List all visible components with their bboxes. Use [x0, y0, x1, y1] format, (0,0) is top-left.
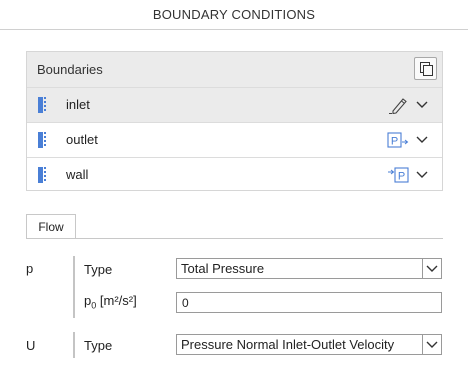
variable-p-label: p	[26, 261, 34, 276]
group-divider	[73, 332, 75, 358]
p-type-label: Type	[84, 262, 113, 277]
boundary-row-outlet[interactable]: outlet P	[27, 122, 442, 157]
chevron-down-icon[interactable]	[422, 259, 441, 278]
u-type-value: Pressure Normal Inlet-Outlet Velocity	[181, 337, 395, 352]
tab-divider	[26, 238, 443, 239]
panel-title: BOUNDARY CONDITIONS	[152, 7, 316, 22]
boundaries-title: Boundaries	[37, 62, 103, 77]
boundaries-header: Boundaries	[27, 52, 442, 87]
u-type-select[interactable]: Pressure Normal Inlet-Outlet Velocity	[176, 334, 442, 355]
tab-flow[interactable]: Flow	[26, 214, 76, 239]
header-divider	[0, 29, 468, 30]
boundary-label: wall	[66, 167, 89, 182]
boundary-patch-icon	[38, 97, 50, 113]
copy-button[interactable]	[414, 57, 437, 80]
chevron-down-icon[interactable]	[414, 166, 430, 182]
boundary-label: inlet	[66, 97, 90, 112]
chevron-down-icon[interactable]	[422, 335, 441, 354]
boundary-patch-icon	[38, 132, 50, 148]
boundary-row-inlet[interactable]: inlet	[27, 87, 442, 122]
boundary-label: outlet	[66, 132, 98, 147]
p0-value-input[interactable]	[176, 292, 442, 313]
svg-text:P: P	[398, 171, 405, 183]
edit-pencil-icon[interactable]	[387, 96, 409, 115]
group-divider	[73, 256, 75, 318]
pressure-inlet-icon[interactable]: P	[387, 166, 409, 184]
svg-text:P: P	[391, 136, 398, 148]
boundary-row-wall[interactable]: wall P	[27, 157, 442, 192]
chevron-down-icon[interactable]	[414, 96, 430, 112]
pressure-outlet-icon[interactable]: P	[387, 131, 409, 149]
chevron-down-icon[interactable]	[414, 131, 430, 147]
p0-label-units: [m²/s²]	[99, 293, 137, 308]
boundary-patch-icon	[38, 167, 50, 183]
p0-label-sub: 0	[91, 300, 97, 311]
p0-label: p0 [m²/s²]	[84, 293, 137, 311]
p-type-value: Total Pressure	[181, 261, 265, 276]
p-type-select[interactable]: Total Pressure	[176, 258, 442, 279]
u-type-label: Type	[84, 338, 113, 353]
variable-u-label: U	[26, 338, 36, 353]
boundaries-panel: Boundaries inlet outlet P wall P	[26, 51, 443, 191]
